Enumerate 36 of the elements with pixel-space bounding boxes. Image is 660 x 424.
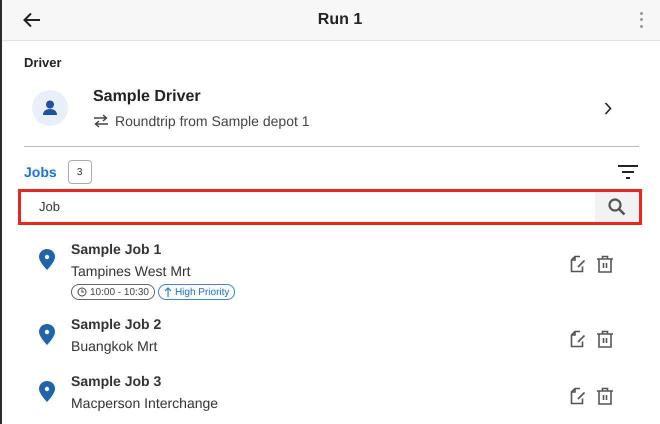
job-row[interactable]: Sample Job 1 Tampines West Mrt 10:00 - 10:30 High Priority	[24, 235, 642, 304]
edit-icon[interactable]	[570, 387, 587, 405]
job-address: Macperson Interchange	[71, 394, 220, 413]
location-pin-icon	[39, 324, 55, 345]
driver-card[interactable]: Sample Driver Roundtrip from Sample depot 1	[24, 84, 642, 132]
job-address: Tampines West Mrt	[71, 262, 192, 281]
jobs-tab[interactable]: Jobs	[24, 162, 57, 182]
delete-icon[interactable]	[596, 330, 614, 348]
jobs-count: 3	[68, 160, 92, 184]
job-title: Sample Job 3	[71, 372, 162, 391]
chevron-right-icon	[604, 102, 612, 114]
page-title: Run 1	[318, 10, 362, 28]
job-address: Buangkok Mrt	[71, 337, 158, 356]
search-icon[interactable]	[608, 198, 626, 216]
search-bar[interactable]: Job	[18, 189, 642, 225]
more-menu-button[interactable]	[638, 10, 644, 30]
driver-name: Sample Driver	[93, 86, 202, 106]
time-window-tag: 10:00 - 10:30	[71, 284, 155, 300]
clock-icon	[77, 287, 87, 297]
delete-icon[interactable]	[596, 387, 614, 405]
filter-icon[interactable]	[618, 165, 638, 179]
route-text: Roundtrip from Sample depot 1	[115, 112, 310, 131]
job-title: Sample Job 2	[71, 315, 162, 334]
location-pin-icon	[39, 381, 55, 402]
avatar-icon	[32, 90, 68, 126]
priority-tag: High Priority	[158, 284, 236, 300]
delete-icon[interactable]	[596, 255, 614, 273]
location-pin-icon	[39, 249, 55, 270]
edit-icon[interactable]	[570, 255, 587, 273]
job-title: Sample Job 1	[71, 240, 162, 259]
edit-icon[interactable]	[570, 330, 587, 348]
job-row[interactable]: Sample Job 2 Buangkok Mrt	[24, 310, 642, 361]
section-label: Driver	[24, 54, 63, 72]
job-row[interactable]: Sample Job 3 Macperson Interchange	[24, 367, 642, 418]
arrow-up-icon	[164, 287, 172, 297]
swap-arrows-icon	[93, 114, 109, 128]
